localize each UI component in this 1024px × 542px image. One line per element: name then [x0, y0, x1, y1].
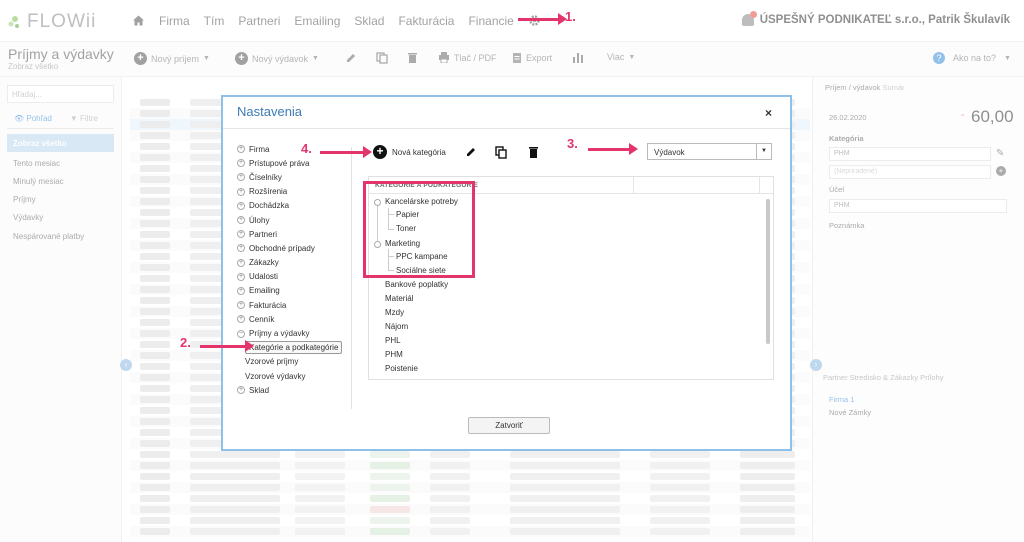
expand-icon: + [237, 244, 245, 253]
annotation-2: 2. [180, 335, 191, 350]
category-wages[interactable]: Mzdy [385, 308, 404, 317]
tree-item-income-templates[interactable]: Vzorové príjmy [237, 355, 352, 369]
settings-tree: + Firma + Prístupové práva + Číselníky + Roz… [237, 142, 352, 397]
tree-label: Úlohy [249, 215, 270, 225]
category-insurance[interactable]: Poistenie [385, 364, 418, 373]
tree-label: Cenník [249, 314, 275, 324]
divider [633, 177, 634, 194]
tree-item-expense-templates[interactable]: Vzorové výdavky [237, 369, 352, 383]
copy-icon[interactable] [495, 146, 507, 162]
annotation-1: 1. [565, 9, 576, 24]
new-category-button[interactable]: + Nová kategória [373, 145, 446, 159]
tree-label: Firma [249, 144, 270, 154]
category-rent[interactable]: Nájom [385, 322, 408, 331]
expand-icon: + [237, 216, 245, 225]
category-material[interactable]: Materiál [385, 294, 413, 303]
tree-label: Udalosti [249, 272, 278, 282]
tree-label: Obchodné prípady [249, 243, 315, 253]
annotation-arrow [320, 146, 372, 158]
tree-item-partners[interactable]: + Partneri [237, 227, 352, 241]
tree-item-pricelist[interactable]: + Cenník [237, 312, 352, 326]
tree-item-firma[interactable]: + Firma [237, 142, 352, 156]
edit-icon[interactable] [465, 146, 477, 161]
chevron-down-icon: ▼ [756, 144, 771, 159]
tree-item-extensions[interactable]: + Rozšírenia [237, 185, 352, 199]
tree-label: Rozšírenia [249, 187, 288, 197]
category-phm[interactable]: PHM [385, 350, 403, 359]
tree-item-attendance[interactable]: + Dochádzka [237, 199, 352, 213]
tree-item-tasks[interactable]: + Úlohy [237, 213, 352, 227]
tree-label: Emailing [249, 286, 280, 296]
expand-icon: + [237, 145, 245, 154]
tree-label: Kategórie a podkategórie [245, 341, 343, 355]
tree-item-income-expenses[interactable]: − Príjmy a výdavky [237, 326, 352, 340]
expand-icon: + [237, 173, 245, 182]
dialog-title: Nastavenia [237, 104, 303, 119]
expand-icon: + [237, 159, 245, 168]
category-bank-fees[interactable]: Bankové poplatky [385, 280, 448, 289]
expand-icon: + [237, 272, 245, 281]
type-select[interactable]: Výdavok ▼ [647, 143, 772, 160]
tree-label: Príjmy a výdavky [249, 329, 310, 339]
trash-icon[interactable] [528, 146, 539, 162]
annotation-3: 3. [567, 136, 578, 151]
tree-item-categories[interactable]: Kategórie a podkategórie [237, 341, 352, 355]
divider [351, 147, 352, 409]
tree-label: Partneri [249, 229, 278, 239]
expand-icon: + [237, 258, 245, 267]
expand-icon: + [237, 201, 245, 210]
category-phl[interactable]: PHL [385, 336, 401, 345]
tree-label: Fakturácia [249, 300, 287, 310]
tree-label: Vzorové príjmy [245, 357, 299, 367]
annotation-arrow [200, 340, 254, 352]
tree-item-invoicing[interactable]: + Fakturácia [237, 298, 352, 312]
annotation-arrow [518, 13, 567, 25]
close-button[interactable]: Zatvoriť [468, 417, 550, 434]
expand-icon: + [237, 315, 245, 324]
tree-label: Číselníky [249, 172, 282, 182]
tree-label: Vzorové výdavky [245, 371, 306, 381]
annotation-arrow [588, 143, 638, 155]
expand-icon: + [237, 187, 245, 196]
expand-icon: + [237, 230, 245, 239]
annotation-4: 4. [301, 141, 312, 156]
tree-label: Prístupové práva [249, 158, 310, 168]
tree-label: Zákazky [249, 258, 279, 268]
new-category-label: Nová kategória [392, 147, 446, 157]
expand-icon: + [237, 286, 245, 295]
divider [223, 128, 790, 129]
tree-item-access[interactable]: + Prístupové práva [237, 156, 352, 170]
tree-item-orders[interactable]: + Zákazky [237, 256, 352, 270]
close-icon[interactable]: × [765, 106, 772, 120]
expand-icon: + [237, 386, 245, 395]
tree-item-warehouse[interactable]: + Sklad [237, 383, 352, 397]
plus-icon: + [373, 145, 387, 159]
tree-label: Sklad [249, 385, 270, 395]
collapse-icon: − [237, 329, 245, 338]
type-select-value: Výdavok [654, 148, 685, 157]
tree-item-codes[interactable]: + Číselníky [237, 170, 352, 184]
divider [759, 177, 760, 194]
tree-item-emailing[interactable]: + Emailing [237, 284, 352, 298]
scrollbar[interactable] [766, 199, 770, 344]
tree-label: Dochádzka [249, 201, 290, 211]
tree-item-events[interactable]: + Udalosti [237, 270, 352, 284]
tree-item-deals[interactable]: + Obchodné prípady [237, 241, 352, 255]
expand-icon: + [237, 301, 245, 310]
highlight-box [363, 181, 475, 278]
